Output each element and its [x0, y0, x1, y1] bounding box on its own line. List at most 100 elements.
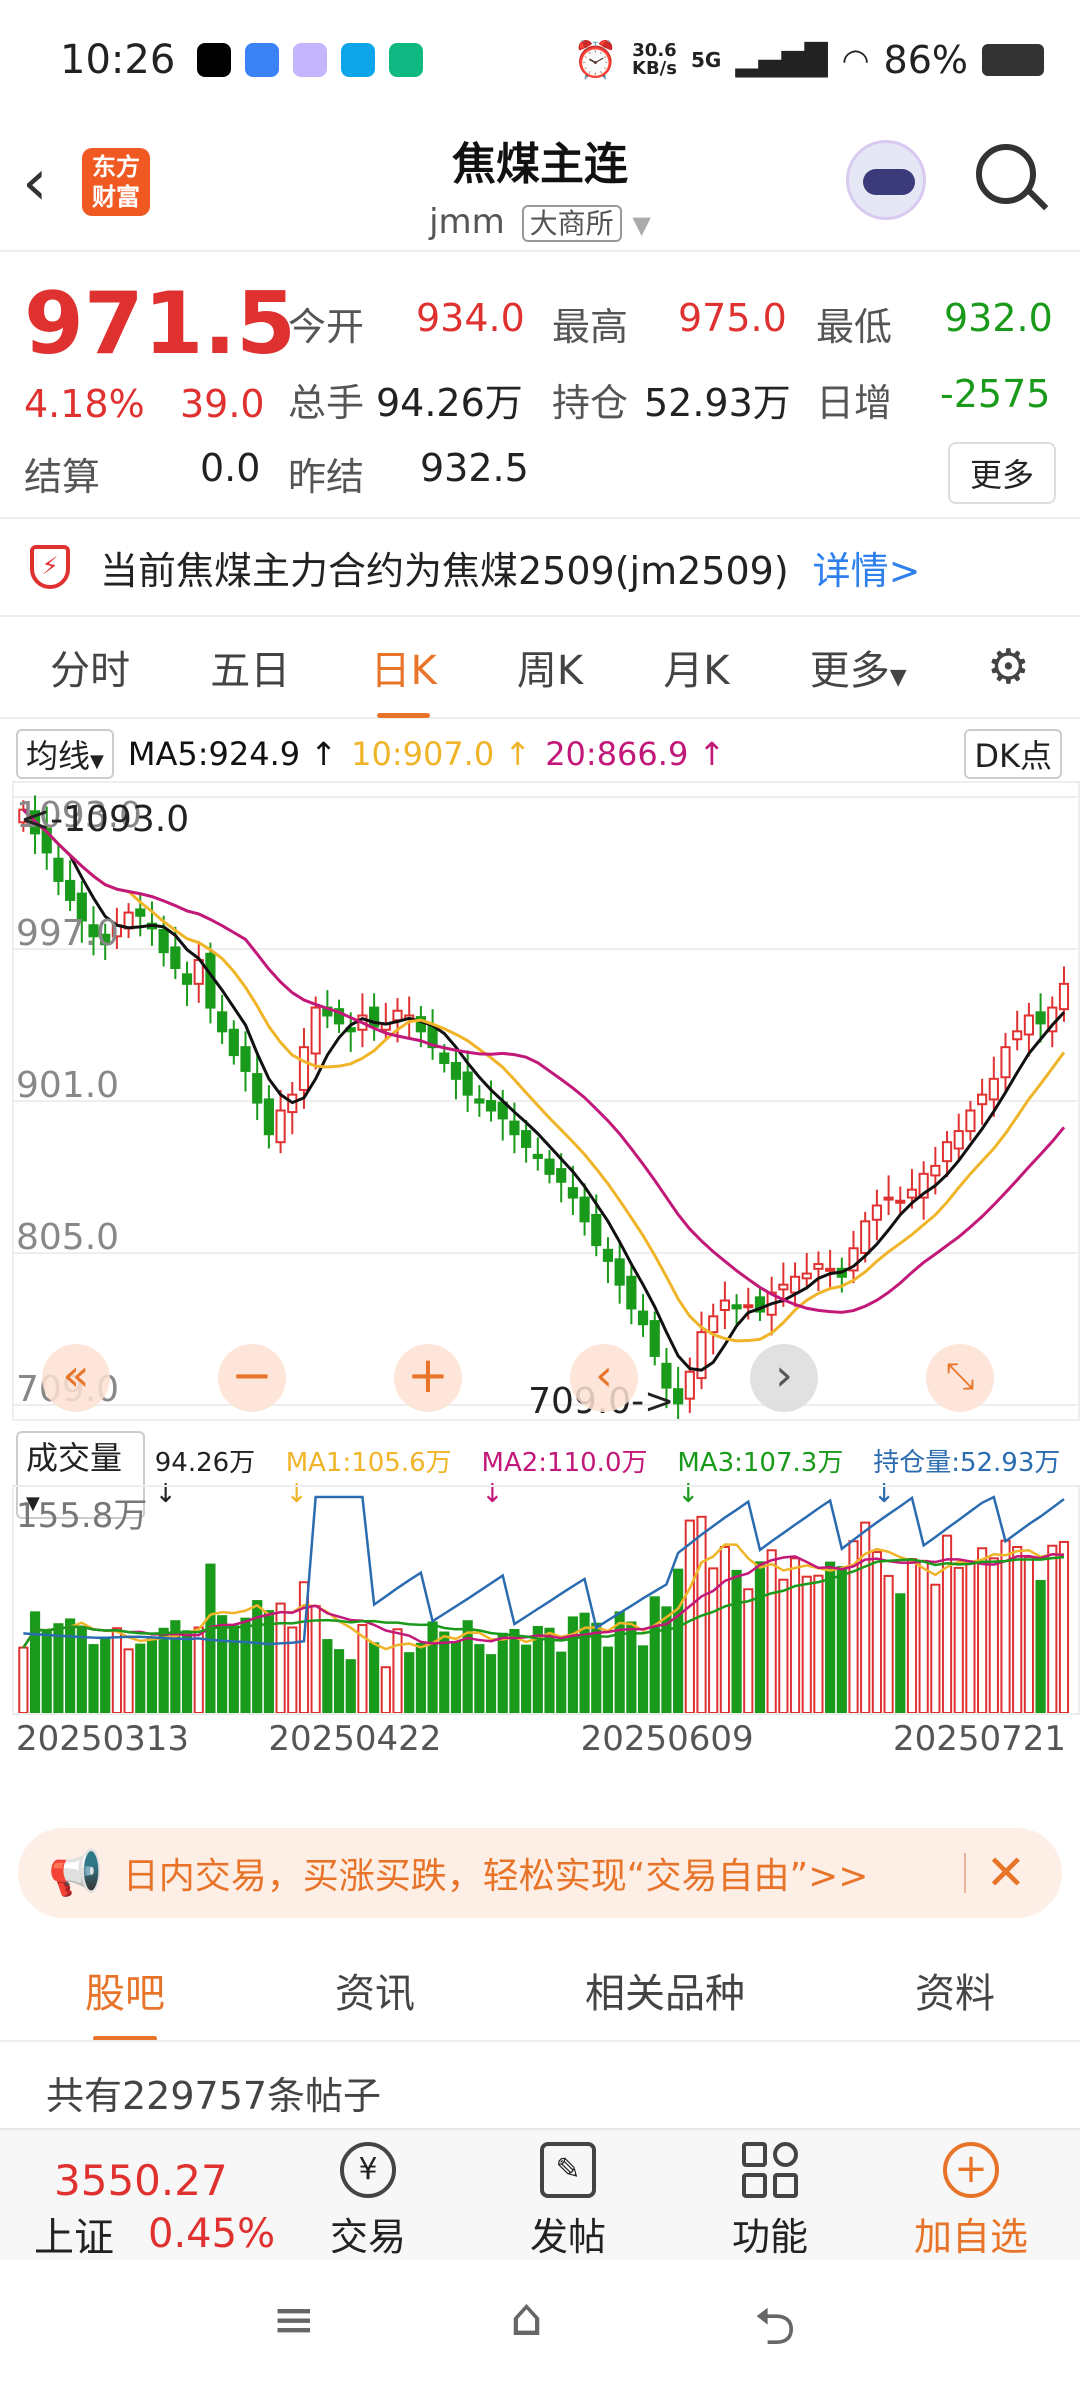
tab-forum[interactable]: 股吧 — [85, 1953, 165, 2041]
tab-related[interactable]: 相关品种 — [585, 1953, 745, 2027]
candle-body — [544, 1158, 555, 1175]
kline-plot[interactable]: 1093.0997.0901.0805.0709.0<-1093.0709.0-… — [12, 781, 1080, 1421]
tab-monthly-k[interactable]: 月K — [663, 630, 729, 704]
candle-body — [275, 1109, 286, 1144]
kline-chart-area[interactable]: 均线▼ MA5:924.9 ↑ 10:907.0 ↑ 20:866.9 ↑ DK… — [0, 719, 1080, 1819]
volume-bar — [111, 1627, 122, 1713]
volume-bar — [392, 1628, 403, 1713]
system-nav-bar: ≡ ⌂ ⮌ — [0, 2260, 1080, 2388]
volume-bar — [158, 1627, 169, 1713]
gear-icon[interactable]: ⚙ — [987, 631, 1030, 703]
volume-bar — [76, 1625, 87, 1713]
candle-body — [743, 1304, 754, 1309]
candle-body — [871, 1204, 882, 1221]
date-axis: 20250313 20250422 20250609 20250721 — [16, 1719, 1066, 1759]
volume-bar — [906, 1558, 918, 1713]
price-axis-label: 901.0 — [16, 1065, 119, 1106]
tab-five-day[interactable]: 五日 — [210, 630, 290, 704]
back-icon[interactable]: ⮌ — [754, 2288, 796, 2377]
candle-body — [953, 1130, 964, 1150]
volume-bar — [333, 1649, 345, 1713]
contract-subtitle[interactable]: jmm 大商所 ▼ — [0, 202, 1080, 242]
tab-daily-k[interactable]: 日K — [370, 630, 437, 718]
settle-value: 0.0 — [200, 446, 261, 490]
candle-body — [263, 1098, 274, 1136]
tab-info[interactable]: 资料 — [915, 1953, 995, 2027]
more-quote-button[interactable]: 更多 — [947, 442, 1056, 504]
volume-bar — [310, 1605, 321, 1713]
add-watchlist-button[interactable]: + 加自选 — [914, 2142, 1028, 2261]
volume-bar — [649, 1596, 660, 1713]
volume-bar — [813, 1574, 824, 1713]
volume-bar — [602, 1646, 614, 1713]
tab-weekly-k[interactable]: 周K — [517, 630, 583, 704]
volume-bar — [439, 1631, 450, 1713]
index-ticker[interactable]: 3550.27 上证 0.45% — [34, 2156, 275, 2263]
post-button[interactable]: ✎ 发帖 — [530, 2142, 606, 2261]
volume-bar — [100, 1636, 111, 1713]
functions-button[interactable]: 功能 — [732, 2142, 808, 2261]
dk-point-button[interactable]: DK点 — [964, 729, 1062, 779]
signal-icon: ▂▄▆█ — [735, 42, 828, 78]
candle-body — [217, 1011, 228, 1033]
main-contract-notice[interactable]: ⚡ 当前焦煤主力合约为焦煤2509(jm2509) 详情> — [0, 517, 1080, 617]
volume-bar — [509, 1628, 520, 1713]
tab-intraday[interactable]: 分时 — [50, 630, 130, 704]
notification-icons — [197, 43, 424, 77]
volume-bar — [556, 1651, 567, 1713]
ma5-line — [22, 808, 1066, 1372]
close-icon[interactable]: ✕ — [986, 1845, 1026, 1901]
volume-bar — [29, 1611, 41, 1713]
volume-bar — [766, 1549, 777, 1713]
candle-body — [170, 946, 181, 970]
candle-body — [1000, 1046, 1011, 1079]
prev-day-button[interactable]: ‹ — [570, 1344, 638, 1412]
candle-body — [941, 1141, 953, 1163]
volume-plot[interactable]: 155.8万 — [12, 1485, 1080, 1715]
volume-bar — [193, 1626, 204, 1713]
volume-bar — [181, 1630, 193, 1713]
notice-detail-link[interactable]: 详情> — [813, 540, 921, 595]
candle-body — [977, 1093, 988, 1106]
home-icon[interactable]: ⌂ — [510, 2288, 543, 2348]
indicator-selector[interactable]: 均线▼ — [16, 729, 114, 779]
scroll-left-button[interactable]: « — [42, 1344, 110, 1412]
volume-bar — [369, 1642, 380, 1713]
index-name: 上证 — [34, 2215, 114, 2261]
volume-bar — [1047, 1544, 1058, 1713]
candle-body — [1012, 1030, 1023, 1041]
kline-legend: 均线▼ MA5:924.9 ↑ 10:907.0 ↑ 20:866.9 ↑ — [16, 729, 725, 779]
candle-body — [556, 1168, 567, 1183]
volume-bar — [1000, 1539, 1011, 1713]
zoom-out-button[interactable]: − — [218, 1344, 286, 1412]
zoom-in-button[interactable]: + — [394, 1344, 462, 1412]
volume-bar — [485, 1654, 497, 1713]
search-icon[interactable] — [976, 144, 1036, 204]
chevron-down-icon: ▼ — [632, 211, 651, 239]
tab-news[interactable]: 资讯 — [335, 1953, 415, 2027]
candle-body — [778, 1283, 789, 1291]
volume-bar — [801, 1575, 812, 1713]
candle-body — [719, 1299, 730, 1311]
period-tabs: 分时 五日 日K 周K 月K 更多▼ ⚙ — [0, 617, 1080, 718]
candle-body — [181, 973, 193, 985]
menu-icon[interactable]: ≡ — [272, 2290, 316, 2350]
oi-change-value: -2575 — [940, 372, 1051, 416]
volume-bar — [380, 1666, 391, 1713]
candle-body — [485, 1100, 497, 1112]
trade-button[interactable]: ¥ 交易 — [330, 2142, 406, 2261]
candle-body — [509, 1120, 520, 1136]
robot-assistant-icon[interactable] — [846, 140, 926, 220]
tiktok-icon — [197, 43, 232, 77]
candle-body — [708, 1315, 719, 1334]
volume-bar — [883, 1574, 894, 1713]
low-label: 最低 — [816, 305, 893, 349]
tab-more[interactable]: 更多▼ — [810, 630, 907, 704]
promo-banner[interactable]: 📢 日内交易，买涨买跌，轻松实现“交易自由”>> ✕ — [18, 1828, 1062, 1918]
candle-body — [462, 1071, 473, 1096]
fullscreen-icon[interactable]: ⤡ — [926, 1344, 994, 1412]
next-day-button[interactable]: › — [750, 1344, 818, 1412]
volume-bar — [41, 1629, 52, 1713]
volume-bar — [146, 1637, 158, 1713]
volume-value: 94.26万 — [376, 381, 523, 425]
